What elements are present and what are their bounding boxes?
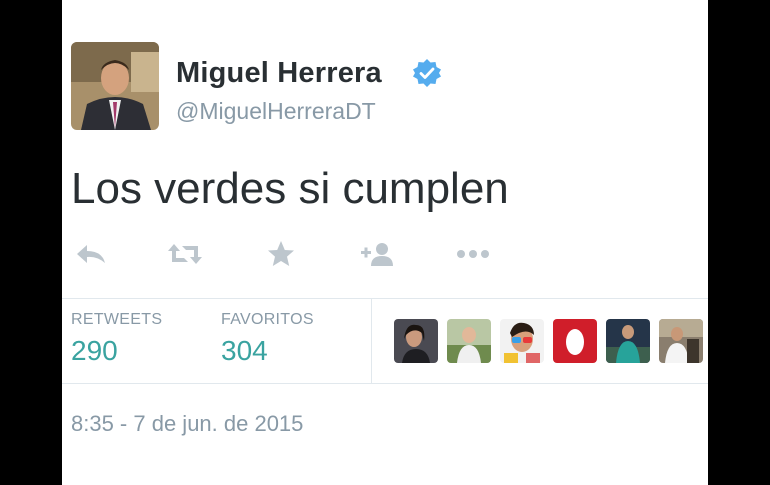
favorites-stat[interactable]: FAVORITOS 304 <box>221 311 314 367</box>
favoriter-avatar[interactable] <box>500 319 544 363</box>
tweet-timestamp[interactable]: 8:35 - 7 de jun. de 2015 <box>71 411 303 437</box>
user-handle[interactable]: @MiguelHerreraDT <box>176 98 376 125</box>
reply-icon[interactable] <box>71 236 111 272</box>
favoriter-avatar[interactable] <box>659 319 703 363</box>
favoriter-avatar[interactable] <box>606 319 650 363</box>
retweet-icon[interactable] <box>165 236 205 272</box>
follow-icon[interactable] <box>357 236 397 272</box>
favorites-count: 304 <box>221 335 268 366</box>
avatar[interactable] <box>71 42 159 130</box>
divider <box>62 383 708 384</box>
tweet-card: Miguel Herrera @MiguelHerreraDT Los verd… <box>62 0 708 485</box>
retweets-count: 290 <box>71 335 118 366</box>
favoriter-avatar[interactable] <box>394 319 438 363</box>
user-name[interactable]: Miguel Herrera <box>176 57 382 90</box>
verified-badge-icon <box>412 58 442 88</box>
favorites-label: FAVORITOS <box>221 311 314 328</box>
favoriter-avatar[interactable] <box>447 319 491 363</box>
more-icon[interactable] <box>453 236 493 272</box>
stats-separator <box>371 298 372 384</box>
tweet-text: Los verdes si cumplen <box>71 164 509 213</box>
favorite-icon[interactable] <box>261 236 301 272</box>
retweets-stat[interactable]: RETWEETS 290 <box>71 311 162 367</box>
favoriter-avatar[interactable] <box>553 319 597 363</box>
divider <box>62 298 708 299</box>
retweets-label: RETWEETS <box>71 311 163 328</box>
